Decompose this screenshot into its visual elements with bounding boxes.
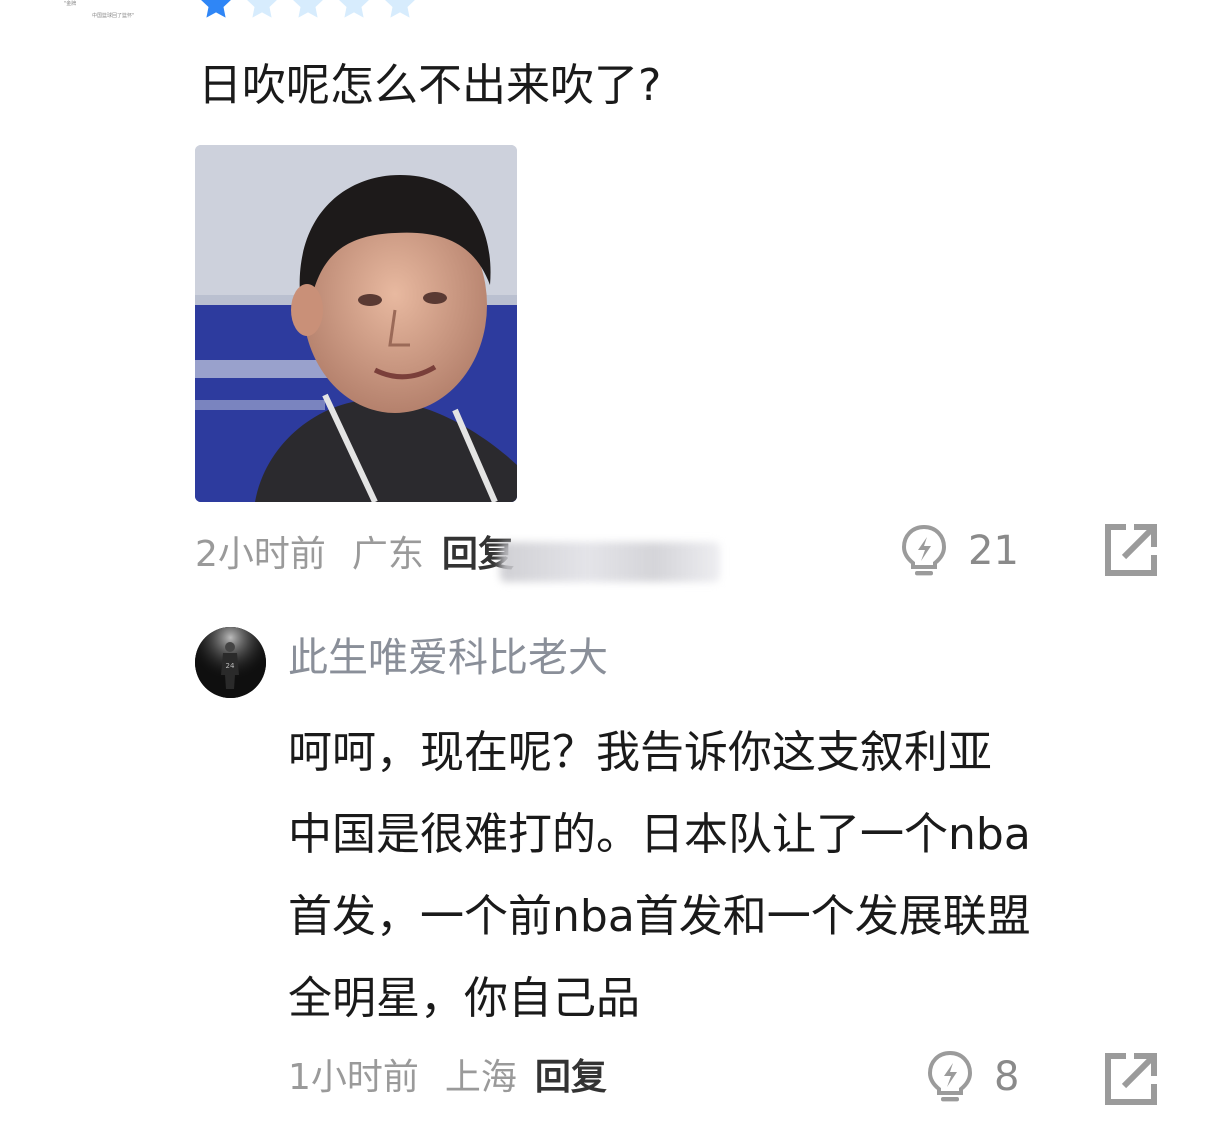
star-icon-filled bbox=[198, 0, 234, 22]
comment-line: 中国是很难打的。日本队让了一个nba bbox=[288, 809, 1031, 860]
comment-text: 日吹呢怎么不出来吹了? bbox=[198, 60, 662, 111]
reply-button[interactable]: 回复 bbox=[535, 1058, 607, 1098]
comment-meta: 2小时前 广东 回复 bbox=[195, 535, 514, 575]
svg-text:24: 24 bbox=[226, 662, 235, 670]
like-button[interactable]: 21 bbox=[898, 523, 1019, 579]
share-icon bbox=[1105, 524, 1157, 576]
comment-text: 呵呵，现在呢？我告诉你这支叙利亚 中国是很难打的。日本队让了一个nba 首发，一… bbox=[288, 712, 1188, 1040]
comment-location: 广东 bbox=[351, 534, 424, 575]
photo-man-icon bbox=[195, 145, 517, 502]
comment-meta: 1小时前 上海 回复 bbox=[288, 1058, 607, 1098]
like-count: 8 bbox=[994, 1054, 1020, 1100]
lightbulb-icon bbox=[901, 524, 947, 576]
like-count: 21 bbox=[968, 528, 1019, 574]
username[interactable]: 此生唯爱科比老大 bbox=[288, 632, 608, 684]
comment-line: 呵呵，现在呢？我告诉你这支叙利亚 bbox=[288, 727, 992, 778]
comment-time: 2小时前 bbox=[195, 534, 326, 575]
cropped-thumbnail: "金牌 中国篮球回了篮怀" bbox=[62, 0, 152, 24]
comment-line: 全明星，你自己品 bbox=[288, 973, 640, 1024]
comment-location: 上海 bbox=[444, 1057, 517, 1098]
comment-time: 1小时前 bbox=[288, 1057, 419, 1098]
star-icon-empty bbox=[290, 0, 326, 22]
star-rating bbox=[198, 0, 418, 22]
comment-image[interactable] bbox=[195, 145, 517, 502]
like-button[interactable]: 8 bbox=[924, 1049, 1019, 1105]
avatar[interactable]: 24 bbox=[195, 627, 266, 698]
share-icon bbox=[1105, 1053, 1157, 1105]
basketball-player-avatar: 24 bbox=[195, 627, 266, 698]
blurred-overlay bbox=[500, 542, 720, 582]
thumbnail-line1: "金牌 bbox=[64, 1, 77, 7]
lightbulb-icon bbox=[927, 1050, 973, 1102]
star-icon-empty bbox=[336, 0, 372, 22]
comment-line: 首发，一个前nba首发和一个发展联盟 bbox=[288, 891, 1031, 942]
star-icon-empty bbox=[382, 0, 418, 22]
share-button[interactable] bbox=[1104, 523, 1158, 577]
thumbnail-line2: 中国篮球回了篮怀" bbox=[92, 13, 135, 19]
share-button[interactable] bbox=[1104, 1052, 1158, 1106]
star-icon-empty bbox=[244, 0, 280, 22]
